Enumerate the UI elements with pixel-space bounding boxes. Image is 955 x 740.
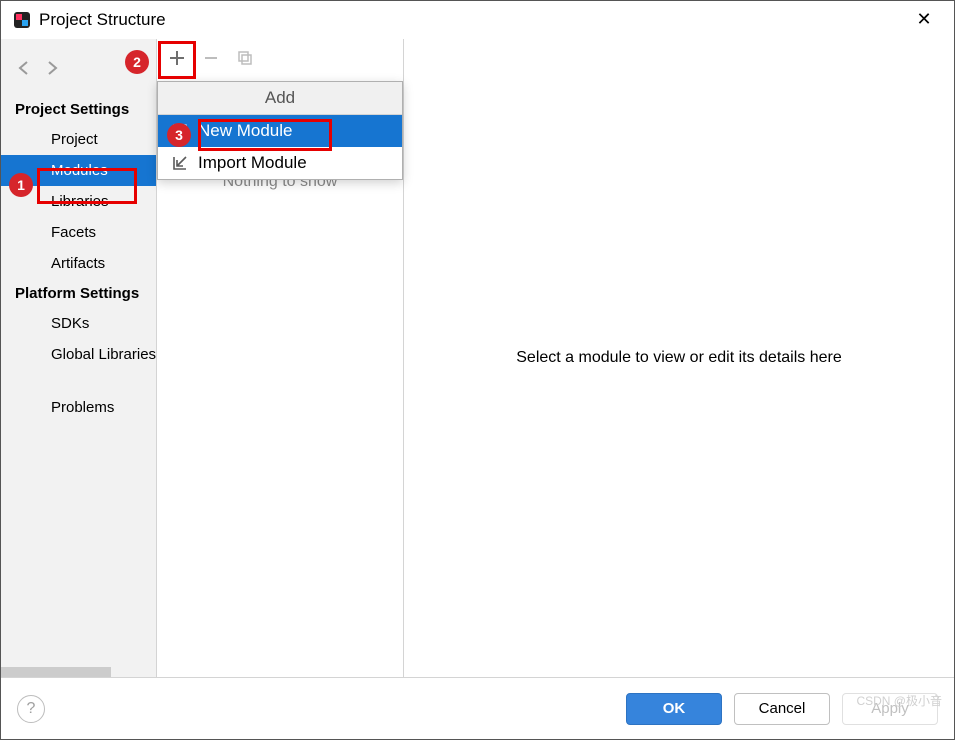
sidebar-item-artifacts[interactable]: Artifacts xyxy=(1,248,156,279)
annotation-callout-3: 3 xyxy=(167,123,191,147)
sidebar-item-sdks[interactable]: SDKs xyxy=(1,308,156,339)
ok-button[interactable]: OK xyxy=(626,693,722,725)
add-popup: Add New Module Import Module xyxy=(157,81,403,180)
spacer xyxy=(1,370,156,392)
popup-item-import-module[interactable]: Import Module xyxy=(158,147,402,179)
close-icon[interactable]: ✕ xyxy=(906,9,942,30)
details-panel: Select a module to view or edit its deta… xyxy=(404,39,954,677)
section-platform-settings: Platform Settings xyxy=(1,279,156,308)
dialog-footer: ? OK Cancel Apply xyxy=(1,677,954,739)
popup-item-label: Import Module xyxy=(198,153,307,173)
scrollbar-horizontal[interactable] xyxy=(1,667,111,677)
sidebar: Project Settings Project Modules Librari… xyxy=(1,39,156,677)
annotation-callout-1: 1 xyxy=(9,173,33,197)
section-project-settings: Project Settings xyxy=(1,95,156,124)
popup-header: Add xyxy=(158,82,402,115)
details-placeholder: Select a module to view or edit its deta… xyxy=(516,349,842,367)
annotation-callout-2: 2 xyxy=(125,50,149,74)
import-icon xyxy=(172,155,188,171)
sidebar-item-problems[interactable]: Problems xyxy=(1,392,156,423)
cancel-button[interactable]: Cancel xyxy=(734,693,830,725)
window-title: Project Structure xyxy=(39,10,906,30)
sidebar-item-facets[interactable]: Facets xyxy=(1,217,156,248)
sidebar-item-project[interactable]: Project xyxy=(1,124,156,155)
watermark: CSDN @极小音 xyxy=(856,692,942,709)
back-icon[interactable] xyxy=(15,59,33,77)
remove-button[interactable] xyxy=(203,50,219,66)
popup-item-new-module[interactable]: New Module xyxy=(158,115,402,147)
add-button[interactable] xyxy=(169,50,185,66)
sidebar-item-global-libraries[interactable]: Global Libraries xyxy=(1,339,156,370)
popup-item-label: New Module xyxy=(198,121,293,141)
copy-button[interactable] xyxy=(237,50,253,66)
modules-toolbar xyxy=(157,39,403,77)
help-button[interactable]: ? xyxy=(17,695,45,723)
titlebar: Project Structure ✕ xyxy=(1,1,954,39)
app-icon xyxy=(13,11,31,29)
forward-icon[interactable] xyxy=(43,59,61,77)
